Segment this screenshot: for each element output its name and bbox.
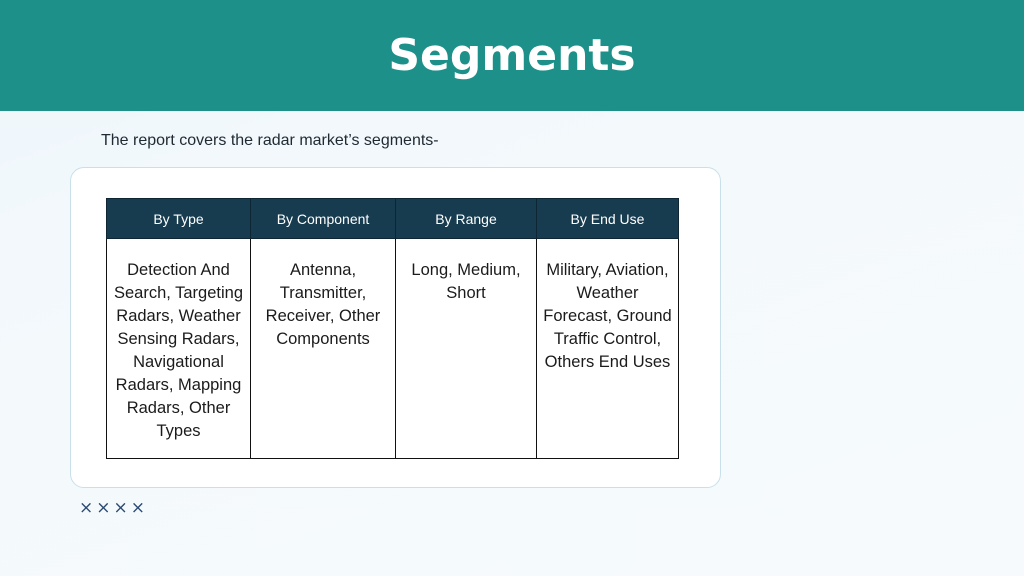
header-by-range: By Range bbox=[395, 198, 537, 239]
decorative-x-marks: ×××× bbox=[79, 498, 148, 518]
table-header-row: By Type By Component By Range By End Use bbox=[106, 198, 679, 239]
table-row: Detection And Search, Targeting Radars, … bbox=[106, 238, 679, 459]
intro-text: The report covers the radar market’s seg… bbox=[101, 132, 439, 149]
cell-end-use-values: Military, Aviation, Weather Forecast, Gr… bbox=[536, 238, 679, 459]
header-by-end-use: By End Use bbox=[536, 198, 679, 239]
header-by-type: By Type bbox=[106, 198, 251, 239]
header-by-component: By Component bbox=[250, 198, 396, 239]
cell-component-values: Antenna, Transmitter, Receiver, Other Co… bbox=[250, 238, 396, 459]
segments-table: By Type By Component By Range By End Use… bbox=[106, 198, 679, 459]
title-banner: Segments bbox=[0, 0, 1024, 111]
cell-type-values: Detection And Search, Targeting Radars, … bbox=[106, 238, 251, 459]
slide-title: Segments bbox=[388, 30, 636, 81]
cell-range-values: Long, Medium, Short bbox=[395, 238, 537, 459]
